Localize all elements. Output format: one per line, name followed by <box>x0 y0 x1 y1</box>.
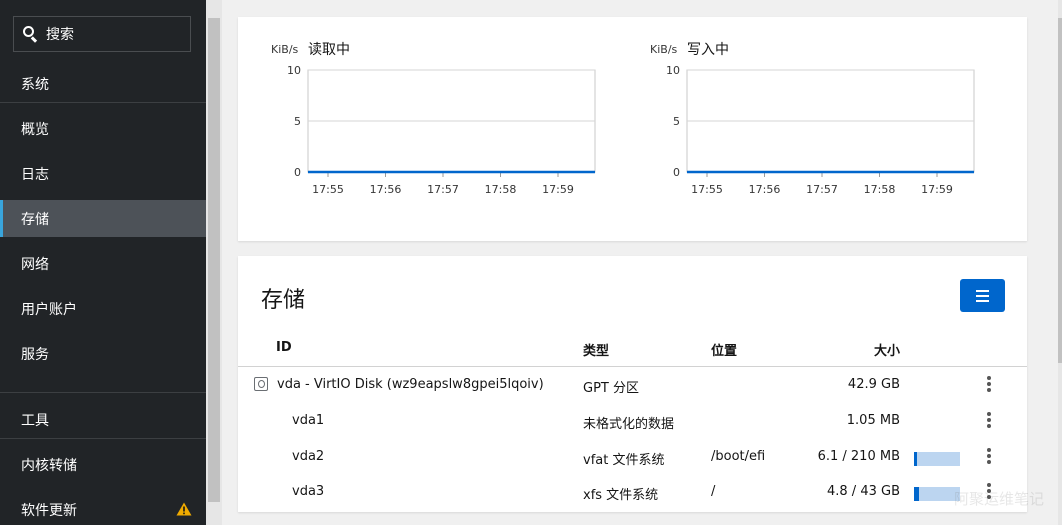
search-label: 搜索 <box>46 27 74 43</box>
y-tick-label: 0 <box>673 166 680 179</box>
sidebar-item-tools[interactable]: 工具 <box>0 401 206 438</box>
row-location: /boot/efi <box>711 449 766 464</box>
x-tick-label: 17:56 <box>370 183 402 196</box>
row-size: 1.05 MB <box>846 413 900 428</box>
sidebar-item-label: 软件更新 <box>21 502 77 519</box>
y-tick-label: 5 <box>294 115 301 128</box>
sidebar-divider <box>0 102 206 103</box>
sidebar-item-services[interactable]: 服务 <box>0 335 206 372</box>
sidebar: 搜索 系统 概览 日志 存储 网络 用户账户 服务 工具 内核转储 软件更新 <box>0 0 206 525</box>
table-row[interactable]: vda2 vfat 文件系统 /boot/efi 6.1 / 210 MB <box>238 439 1027 474</box>
sidebar-divider <box>0 392 206 393</box>
storage-card: 存储 ID 类型 位置 大小 vda - VirtIO Disk (wz9eap… <box>238 256 1027 512</box>
storage-menu-button[interactable] <box>960 279 1005 312</box>
y-tick-label: 5 <box>673 115 680 128</box>
menu-icon <box>976 289 989 292</box>
sidebar-item-kdump[interactable]: 内核转储 <box>0 446 206 483</box>
row-id: vda1 <box>292 413 325 428</box>
row-actions-kebab-icon[interactable] <box>987 448 991 464</box>
x-tick-label: 17:59 <box>542 183 574 196</box>
x-tick-label: 17:58 <box>864 183 896 196</box>
row-size: 42.9 GB <box>847 377 900 392</box>
sidebar-item-system[interactable]: 系统 <box>0 65 206 102</box>
sidebar-item-storage[interactable]: 存储 <box>0 200 206 237</box>
row-actions-kebab-icon[interactable] <box>987 376 991 392</box>
search-icon <box>22 25 40 43</box>
y-tick-label: 10 <box>666 64 680 77</box>
x-tick-label: 17:56 <box>749 183 781 196</box>
row-id: vda - VirtIO Disk (wz9eapslw8gpei5lqoiv) <box>277 377 544 392</box>
x-tick-label: 17:58 <box>485 183 517 196</box>
sidebar-item-networking[interactable]: 网络 <box>0 245 206 282</box>
usage-bar <box>914 452 960 466</box>
column-header-size: 大小 <box>873 344 900 359</box>
row-actions-kebab-icon[interactable] <box>987 412 991 428</box>
search-input[interactable]: 搜索 <box>13 16 191 52</box>
table-row[interactable]: vda - VirtIO Disk (wz9eapslw8gpei5lqoiv)… <box>238 367 1027 402</box>
page-scrollbar-thumb[interactable] <box>1058 18 1062 363</box>
column-header-type: 类型 <box>583 344 610 359</box>
x-tick-label: 17:55 <box>691 183 723 196</box>
usage-bar-fill <box>914 487 919 501</box>
sidebar-item-accounts[interactable]: 用户账户 <box>0 290 206 327</box>
column-header-id: ID <box>276 340 292 355</box>
x-tick-label: 17:59 <box>921 183 953 196</box>
sidebar-item-overview[interactable]: 概览 <box>0 110 206 147</box>
y-tick-label: 0 <box>294 166 301 179</box>
row-id: vda2 <box>292 449 325 464</box>
usage-bar-fill <box>914 452 917 466</box>
row-id: vda3 <box>292 484 325 499</box>
row-location: / <box>711 484 716 499</box>
x-tick-label: 17:55 <box>312 183 344 196</box>
y-tick-label: 10 <box>287 64 301 77</box>
x-tick-label: 17:57 <box>806 183 838 196</box>
row-type: 未格式化的数据 <box>583 417 675 432</box>
x-tick-label: 17:57 <box>427 183 459 196</box>
sidebar-scrollbar-thumb[interactable] <box>208 18 220 502</box>
read-chart-title: 读取中 <box>308 42 350 58</box>
row-size: 4.8 / 43 GB <box>827 484 900 499</box>
write-chart: 0 5 10 17:55 17:56 17:57 17:58 17:59 KiB/s 写入中 <box>633 17 1027 241</box>
read-chart-unit: KiB/s <box>271 43 299 56</box>
io-charts-card: 0 5 10 17:55 17:56 17:57 17:58 17:59 KiB/s 读取中 … <box>238 17 1027 241</box>
warning-icon <box>176 502 192 516</box>
read-chart: 0 5 10 17:55 17:56 17:57 17:58 17:59 KiB/s 读取中 <box>238 17 633 241</box>
write-chart-unit: KiB/s <box>650 43 678 56</box>
sidebar-divider <box>0 438 206 439</box>
row-type: GPT 分区 <box>583 381 639 396</box>
row-type: vfat 文件系统 <box>583 453 665 468</box>
write-chart-title: 写入中 <box>687 42 729 58</box>
watermark: 阿聚运维笔记 <box>953 490 1044 508</box>
storage-title: 存储 <box>261 288 306 313</box>
column-header-location: 位置 <box>711 344 738 359</box>
table-row[interactable]: vda3 xfs 文件系统 / 4.8 / 43 GB <box>238 474 1027 509</box>
sidebar-item-logs[interactable]: 日志 <box>0 155 206 192</box>
table-row[interactable]: vda1 未格式化的数据 1.05 MB <box>238 403 1027 438</box>
sidebar-item-software-updates[interactable]: 软件更新 <box>0 491 206 525</box>
row-size: 6.1 / 210 MB <box>817 449 900 464</box>
disk-icon <box>254 377 268 391</box>
row-type: xfs 文件系统 <box>583 488 659 503</box>
